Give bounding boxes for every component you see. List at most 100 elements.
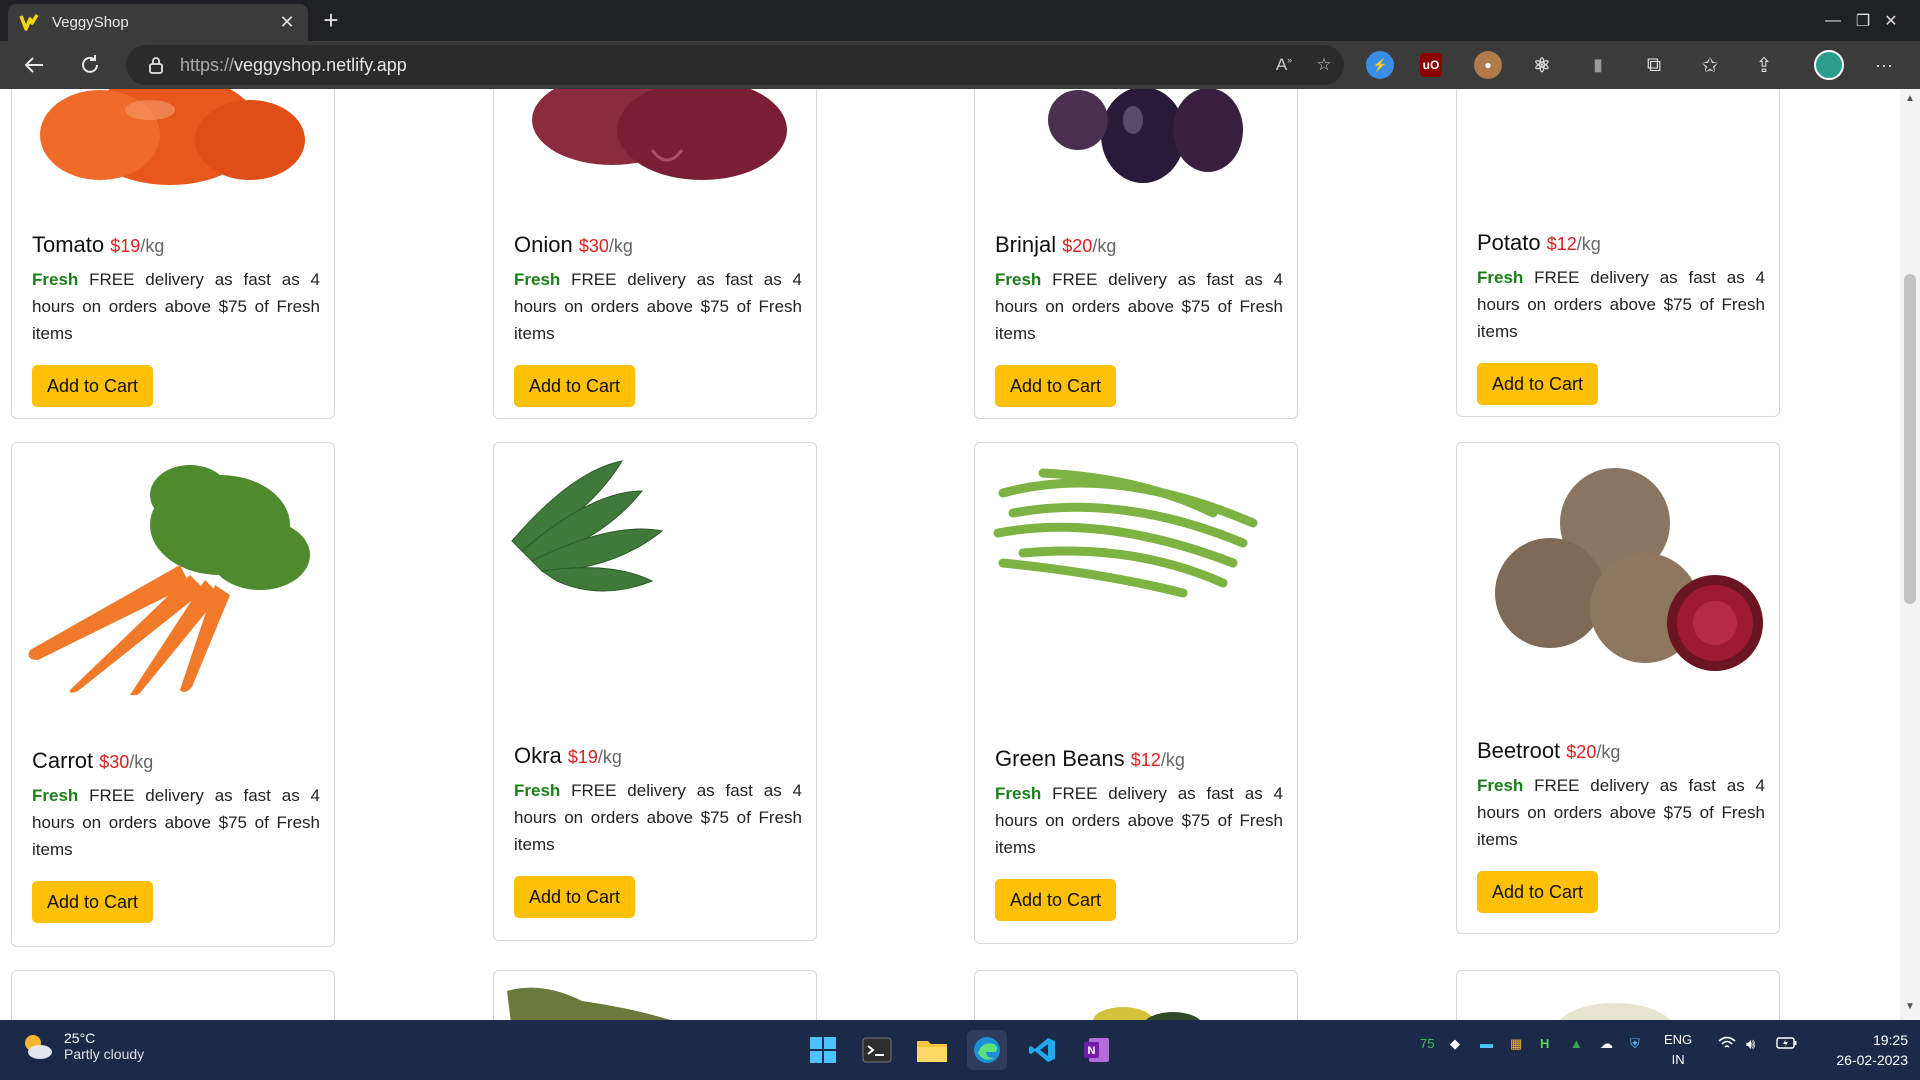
extension-face-icon[interactable]: ● bbox=[1474, 51, 1502, 79]
battery-icon[interactable] bbox=[1776, 1036, 1798, 1053]
react-devtools-icon[interactable]: ⚛ bbox=[1528, 51, 1556, 79]
lock-icon[interactable] bbox=[146, 56, 166, 74]
share-icon[interactable]: ⇪ bbox=[1746, 47, 1782, 83]
wifi-icon[interactable] bbox=[1718, 1036, 1736, 1055]
product-description: Fresh FREE delivery as fast as 4 hours o… bbox=[514, 781, 802, 854]
add-to-cart-button[interactable]: Add to Cart bbox=[1477, 363, 1599, 405]
system-clock[interactable]: 19:25 26-02-2023 bbox=[1808, 1030, 1908, 1070]
ublock-origin-icon[interactable]: uO bbox=[1420, 53, 1442, 77]
tray-app-icon[interactable]: ▦ bbox=[1510, 1036, 1522, 1052]
weather-widget[interactable]: 25°C Partly cloudy bbox=[20, 1030, 144, 1062]
browser-tab-active[interactable]: VeggyShop ✕ bbox=[8, 4, 308, 41]
vscode-icon[interactable] bbox=[1022, 1030, 1062, 1070]
vegetable-image bbox=[1559, 1003, 1671, 1020]
back-arrow-icon[interactable] bbox=[16, 47, 52, 83]
brinjal-image bbox=[983, 89, 1291, 192]
add-to-cart-button[interactable]: Add to Cart bbox=[32, 881, 154, 923]
add-to-cart-button[interactable]: Add to Cart bbox=[514, 365, 636, 407]
tab-title: VeggyShop bbox=[52, 14, 129, 31]
extensions-puzzle-icon[interactable]: ⧉ bbox=[1636, 47, 1672, 83]
product-card-peek bbox=[1456, 970, 1780, 1020]
product-card-beetroot: Beetroot $20/kg Fresh FREE delivery as f… bbox=[1456, 442, 1780, 934]
product-name: Brinjal bbox=[995, 232, 1057, 257]
add-favorite-icon[interactable]: ☆ bbox=[1304, 55, 1344, 75]
defender-shield-icon[interactable]: ⛨ bbox=[1630, 1036, 1640, 1052]
settings-more-icon[interactable]: ··· bbox=[1866, 47, 1902, 83]
product-price: $20 bbox=[1566, 742, 1597, 762]
product-price: $30 bbox=[578, 236, 609, 256]
product-unit: /kg bbox=[608, 236, 633, 256]
vegetable-image bbox=[507, 987, 671, 1020]
product-name: Okra bbox=[514, 743, 562, 768]
address-bar[interactable]: https://veggyshop.netlify.app A» ☆ bbox=[126, 45, 1344, 85]
terminal-icon[interactable] bbox=[857, 1030, 897, 1070]
scrollbar-thumb[interactable] bbox=[1904, 274, 1916, 604]
product-description: Fresh FREE delivery as fast as 4 hours o… bbox=[32, 270, 320, 343]
tray-counter[interactable]: 75 bbox=[1420, 1036, 1434, 1051]
product-price: $19 bbox=[567, 747, 598, 767]
product-card-peek bbox=[493, 970, 817, 1020]
product-name: Onion bbox=[514, 232, 573, 257]
onion-image bbox=[502, 89, 810, 192]
file-explorer-icon[interactable] bbox=[912, 1030, 952, 1070]
new-tab-button[interactable]: + bbox=[316, 6, 346, 36]
svg-text:N: N bbox=[1088, 1045, 1096, 1057]
add-to-cart-button[interactable]: Add to Cart bbox=[995, 879, 1117, 921]
extension-blue-icon[interactable]: ⚡ bbox=[1366, 51, 1394, 79]
tomato-image bbox=[20, 89, 328, 192]
product-card-carrot: Carrot $30/kg Fresh FREE delivery as fas… bbox=[11, 442, 335, 947]
product-price: $20 bbox=[1062, 236, 1093, 256]
read-aloud-icon[interactable]: A» bbox=[1264, 55, 1304, 75]
scroll-down-arrow-icon[interactable]: ▼ bbox=[1904, 1001, 1916, 1012]
product-card-potato: Potato $12/kg Fresh FREE delivery as fas… bbox=[1456, 89, 1780, 417]
edge-browser-icon[interactable] bbox=[967, 1030, 1007, 1070]
product-description: Fresh FREE delivery as fast as 4 hours o… bbox=[1477, 776, 1765, 849]
browser-toolbar: https://veggyshop.netlify.app A» ☆ ⚡ uO … bbox=[0, 41, 1920, 89]
tray-app-icon[interactable]: ▬ bbox=[1480, 1036, 1493, 1051]
product-card-green-beans: Green Beans $12/kg Fresh FREE delivery a… bbox=[974, 442, 1298, 944]
product-card-tomato: Tomato $19/kg Fresh FREE delivery as fas… bbox=[11, 89, 335, 419]
product-name: Tomato bbox=[32, 232, 105, 257]
input-language[interactable]: ENG IN bbox=[1664, 1030, 1692, 1070]
product-price: $30 bbox=[99, 752, 130, 772]
product-unit: /kg bbox=[597, 747, 622, 767]
profile-avatar[interactable] bbox=[1814, 50, 1844, 80]
url-text[interactable]: https://veggyshop.netlify.app bbox=[180, 55, 1264, 76]
tray-app-icon[interactable]: H bbox=[1540, 1036, 1549, 1051]
product-description: Fresh FREE delivery as fast as 4 hours o… bbox=[995, 784, 1283, 857]
browser-titlebar: VeggyShop ✕ + — ❐ ✕ bbox=[0, 0, 1920, 41]
favorites-icon[interactable]: ✩ bbox=[1692, 47, 1728, 83]
product-unit: /kg bbox=[1576, 234, 1601, 254]
product-unit: /kg bbox=[1596, 742, 1621, 762]
google-drive-icon[interactable]: ▲ bbox=[1570, 1036, 1583, 1051]
product-card-onion: Onion $30/kg Fresh FREE delivery as fast… bbox=[493, 89, 817, 419]
scroll-up-arrow-icon[interactable]: ▲ bbox=[1904, 93, 1916, 104]
refresh-icon[interactable] bbox=[72, 47, 108, 83]
vegetable-image bbox=[20, 1001, 328, 1020]
tab-close-icon[interactable]: ✕ bbox=[276, 12, 298, 33]
veggyshop-favicon-icon bbox=[18, 12, 40, 34]
product-unit: /kg bbox=[1160, 750, 1185, 770]
product-price: $19 bbox=[110, 236, 141, 256]
add-to-cart-button[interactable]: Add to Cart bbox=[32, 365, 154, 407]
carrot-image bbox=[20, 455, 328, 695]
product-unit: /kg bbox=[129, 752, 154, 772]
windows-taskbar: 25°C Partly cloudy N 75 ◆ ▬ ▦ H ▲ ☁ ⛨ EN… bbox=[0, 1020, 1920, 1080]
page-scrollbar[interactable]: ▲ ▼ bbox=[1900, 89, 1920, 1020]
onenote-icon[interactable]: N bbox=[1077, 1030, 1117, 1070]
beetroot-image bbox=[1465, 453, 1773, 693]
tray-app-icon[interactable]: ◆ bbox=[1450, 1036, 1460, 1052]
add-to-cart-button[interactable]: Add to Cart bbox=[995, 365, 1117, 407]
add-to-cart-button[interactable]: Add to Cart bbox=[514, 876, 636, 918]
weather-condition: Partly cloudy bbox=[64, 1046, 145, 1062]
add-to-cart-button[interactable]: Add to Cart bbox=[1477, 871, 1599, 913]
page-viewport: Tomato $19/kg Fresh FREE delivery as fas… bbox=[0, 89, 1900, 1020]
product-unit: /kg bbox=[1092, 236, 1117, 256]
product-description: Fresh FREE delivery as fast as 4 hours o… bbox=[995, 270, 1283, 343]
onedrive-cloud-icon[interactable]: ☁ bbox=[1600, 1036, 1613, 1052]
start-windows-icon[interactable] bbox=[803, 1030, 843, 1070]
extension-gray-icon[interactable]: ▮ bbox=[1584, 51, 1612, 79]
volume-icon[interactable]: 🔊︎ bbox=[1746, 1036, 1755, 1053]
product-name: Beetroot bbox=[1477, 738, 1561, 763]
close-window-button[interactable]: ✕ bbox=[1862, 0, 1920, 41]
